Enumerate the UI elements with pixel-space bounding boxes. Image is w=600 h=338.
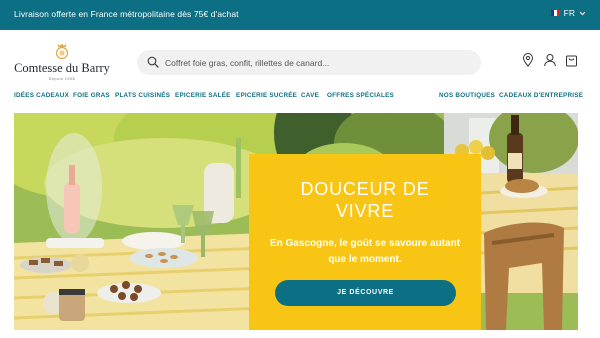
promo-card: DOUCEUR DE VIVRE En Gascogne, le goût se… [249, 154, 481, 330]
hero-banner[interactable]: DOUCEUR DE VIVRE En Gascogne, le goût se… [14, 113, 578, 330]
discover-button[interactable]: JE DÉCOUVRE [275, 280, 456, 306]
nav-item-cadeaux-entreprise[interactable]: CADEAUX D'ENTREPRISE [499, 92, 583, 99]
france-flag-icon [550, 10, 560, 16]
promo-title-line-2: VIVRE [335, 201, 395, 221]
site-header: Comtesse du Barry Depuis 1908 [0, 30, 600, 90]
brand-name: Comtesse du Barry [14, 61, 110, 75]
nav-item-epicerie-salee[interactable]: EPICERIE SALÉE [175, 92, 231, 99]
cart-button[interactable] [565, 53, 578, 67]
brand-tagline: Depuis 1908 [48, 77, 76, 81]
nav-item-plats-cuisines[interactable]: PLATS CUISINÉS [115, 92, 170, 99]
main-navigation: IDÉES CADEAUX FOIE GRAS PLATS CUISINÉS E… [0, 92, 600, 104]
search-input[interactable] [165, 50, 470, 75]
user-icon [544, 54, 556, 67]
nav-item-epicerie-sucree[interactable]: EPICERIE SUCRÉE [236, 92, 297, 99]
nav-item-nos-boutiques[interactable]: NOS BOUTIQUES [439, 92, 495, 99]
promo-title: DOUCEUR DE VIVRE [249, 178, 481, 222]
language-selector[interactable]: FR [550, 8, 586, 18]
search-icon[interactable] [147, 56, 159, 68]
account-button[interactable] [543, 53, 557, 67]
crest-icon [55, 43, 69, 60]
nav-item-foie-gras[interactable]: FOIE GRAS [73, 92, 110, 99]
promo-subtitle: En Gascogne, le goût se savoure autant q… [269, 238, 461, 265]
store-locator-button[interactable] [522, 53, 534, 67]
announcement-bar: Livraison offerte en France métropolitai… [0, 0, 600, 30]
language-label: FR [563, 8, 575, 18]
nav-item-cave[interactable]: CAVE [301, 92, 319, 99]
nav-item-offres-speciales[interactable]: OFFRES SPÉCIALES [327, 92, 394, 99]
search-bar [137, 50, 481, 75]
shipping-promo-text: Livraison offerte en France métropolitai… [14, 9, 239, 19]
promo-title-line-1: DOUCEUR DE [300, 179, 430, 199]
brand-logo[interactable]: Comtesse du Barry Depuis 1908 [14, 42, 110, 86]
chevron-down-icon [579, 11, 586, 15]
cart-icon [566, 55, 577, 67]
nav-item-idees-cadeaux[interactable]: IDÉES CADEAUX [14, 92, 69, 99]
location-pin-icon [522, 53, 534, 67]
